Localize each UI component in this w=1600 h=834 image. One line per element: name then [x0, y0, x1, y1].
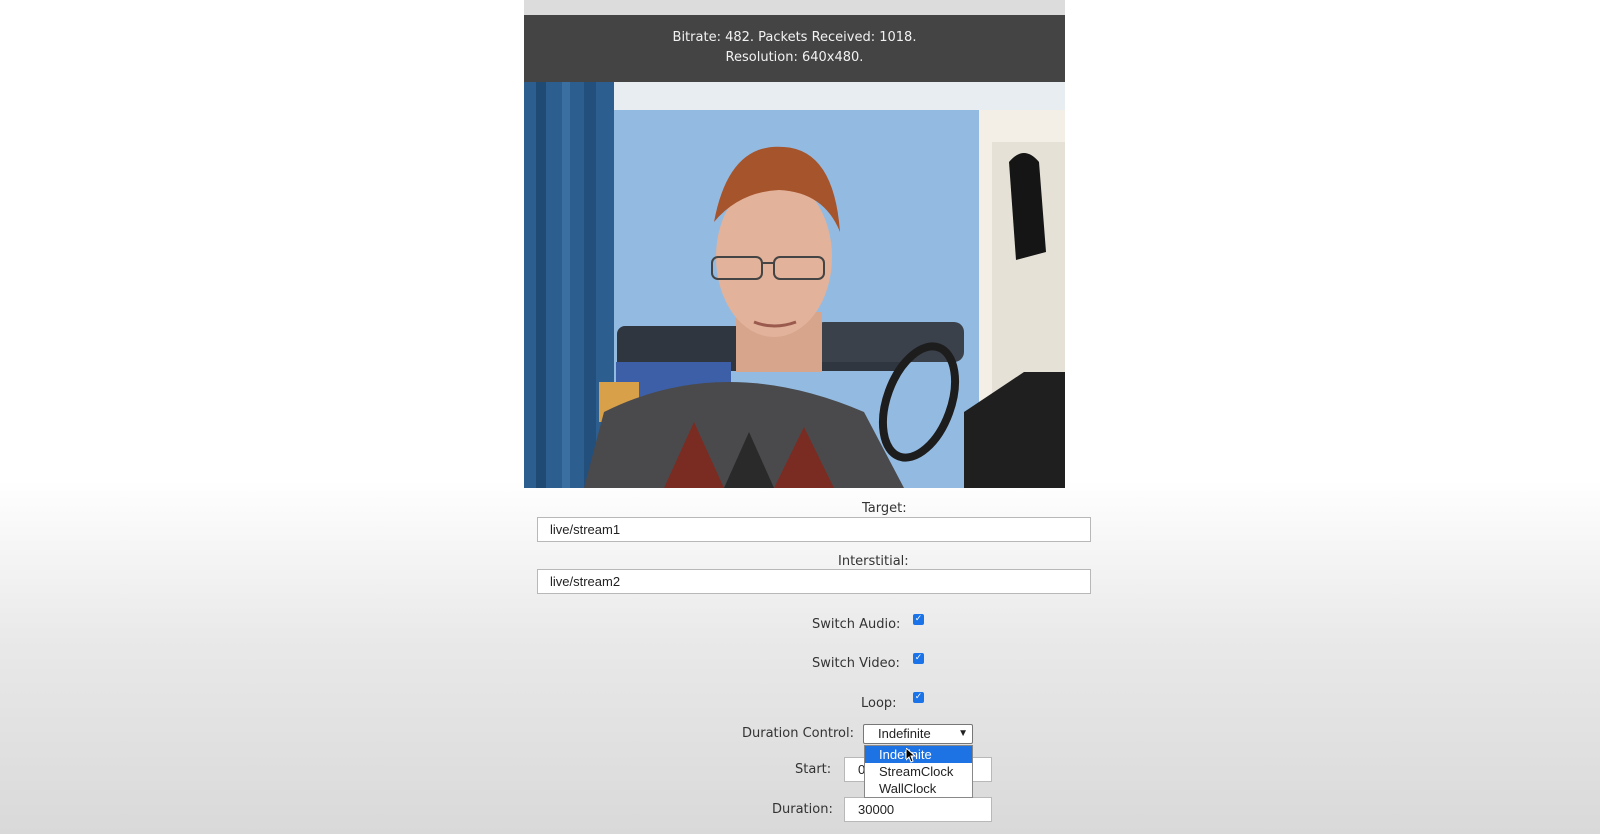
duration-control-select[interactable]: Indefinite ▼	[863, 724, 973, 744]
option-indefinite[interactable]: Indefinite	[865, 746, 972, 763]
duration-control-label: Duration Control:	[742, 726, 854, 741]
stats-bitrate: Bitrate: 482. Packets Received: 1018.	[672, 30, 917, 45]
duration-input[interactable]: 30000	[844, 797, 992, 822]
duration-control-value: Indefinite	[878, 726, 931, 741]
chevron-down-icon: ▼	[958, 728, 968, 739]
checkmark-icon: ✓	[914, 692, 923, 702]
start-label: Start:	[795, 762, 832, 777]
duration-label: Duration:	[772, 802, 833, 817]
video-top-bar	[524, 0, 1065, 15]
checkmark-icon: ✓	[914, 614, 923, 624]
interstitial-input[interactable]: live/stream2	[537, 569, 1091, 594]
option-streamclock[interactable]: StreamClock	[865, 763, 972, 780]
loop-label: Loop:	[861, 696, 897, 711]
webcam-frame	[524, 82, 1065, 488]
loop-checkbox[interactable]: ✓	[913, 692, 924, 703]
interstitial-label: Interstitial:	[838, 554, 909, 569]
checkmark-icon: ✓	[914, 653, 923, 663]
switch-audio-checkbox[interactable]: ✓	[913, 614, 924, 625]
switch-video-label: Switch Video:	[812, 656, 900, 671]
stream-stats: Bitrate: 482. Packets Received: 1018. Re…	[524, 15, 1065, 82]
duration-control-dropdown: Indefinite StreamClock WallClock	[864, 745, 973, 798]
video-player[interactable]	[524, 82, 1065, 488]
option-wallclock[interactable]: WallClock	[865, 780, 972, 797]
target-label: Target:	[862, 501, 907, 516]
target-input[interactable]: live/stream1	[537, 517, 1091, 542]
switch-video-checkbox[interactable]: ✓	[913, 653, 924, 664]
switch-audio-label: Switch Audio:	[812, 617, 901, 632]
stats-resolution: Resolution: 640x480.	[725, 50, 864, 65]
